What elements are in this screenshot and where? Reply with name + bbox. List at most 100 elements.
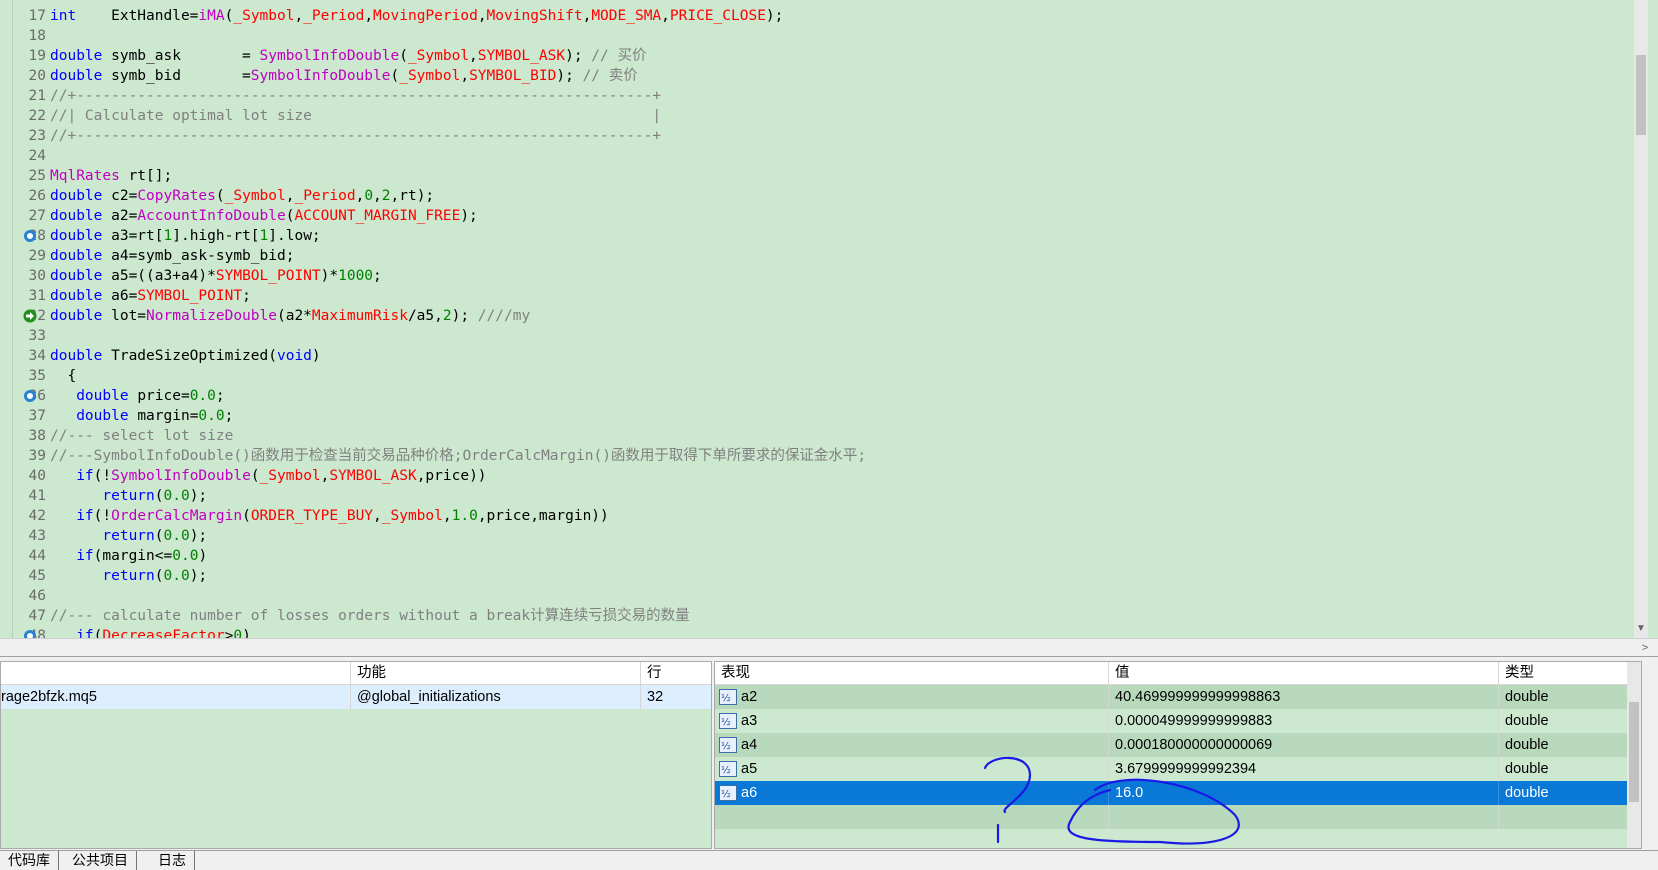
tab-public-projects[interactable]: 公共项目 (64, 851, 137, 870)
code-line[interactable]: 35 { (12, 366, 1632, 386)
code-line[interactable]: 19 double symb_ask = SymbolInfoDouble(_Sy… (12, 46, 1632, 66)
code-line[interactable]: 29 double a4=symb_ask-symb_bid; (12, 246, 1632, 266)
watch-row[interactable]: ½ a5 3.6799999999992394 double (715, 757, 1641, 781)
watch-row-empty[interactable] (715, 805, 1641, 829)
watch-row[interactable]: ½ a3 0.000049999999999883 double (715, 709, 1641, 733)
code-token: 1000 (338, 268, 374, 284)
watch-value: 0.000180000000000069 (1109, 733, 1499, 757)
watch-expression (715, 805, 1109, 829)
code-line[interactable]: 32 double lot=NormalizeDouble(a2*MaximumR… (12, 306, 1632, 326)
code-token: 1 (259, 228, 269, 244)
code-line[interactable]: 21//+-----------------------------------… (12, 86, 1632, 106)
code-token: SYMBOL_BID (469, 68, 557, 84)
svg-text:½: ½ (721, 788, 731, 800)
code-token: // 卖价 (582, 68, 638, 84)
breakpoint-icon[interactable] (23, 629, 37, 638)
column-header-type[interactable]: 类型 (1499, 662, 1627, 684)
line-number: 37 (28, 408, 46, 424)
code-line[interactable]: 42 if(!OrderCalcMargin(ORDER_TYPE_BUY,_S… (12, 506, 1632, 526)
code-token: 0.0 (198, 408, 225, 424)
code-line[interactable]: 41 return(0.0); (12, 486, 1632, 506)
code-token: ); (556, 68, 583, 84)
line-number: 20 (28, 68, 46, 84)
scroll-down-arrow-icon[interactable]: ▼ (1634, 620, 1648, 638)
code-token: symb_bid = (111, 68, 251, 84)
code-line[interactable]: 39//---SymbolInfoDouble()函数用于检查当前交易品种价格;… (12, 446, 1632, 466)
code-token: ); (460, 208, 478, 224)
call-stack-line: 32 (647, 689, 664, 705)
code-line[interactable]: 34 double TradeSizeOptimized(void) (12, 346, 1632, 366)
code-line[interactable]: 28 double a3=rt[1].high-rt[1].low; (12, 226, 1632, 246)
column-header-expression[interactable]: 表现 (715, 662, 1109, 684)
call-stack-row[interactable]: rage2bfzk.mq5 @global_initializations 32 (1, 685, 711, 709)
code-text: double a6=SYMBOL_POINT; (50, 286, 251, 306)
svg-text:½: ½ (721, 764, 731, 776)
code-line[interactable]: 38//--- select lot size (12, 426, 1632, 446)
code-line[interactable]: 45 return(0.0); (12, 566, 1632, 586)
code-line[interactable]: 33 (12, 326, 1632, 346)
code-token: double (50, 388, 138, 404)
watch-value: 40.469999999999998863 (1109, 685, 1499, 709)
code-editor[interactable]: 17 int ExtHandle=iMA(_Symbol,_Period,Movi… (0, 0, 1648, 638)
code-token: (margin<= (93, 548, 173, 564)
column-header-line[interactable]: 行 (641, 662, 711, 684)
column-header-function[interactable]: 功能 (351, 662, 641, 684)
line-number: 21 (28, 88, 46, 104)
code-line[interactable]: 30 double a5=((a3+a4)*SYMBOL_POINT)*1000; (12, 266, 1632, 286)
call-stack-function: @global_initializations (351, 685, 641, 709)
tab-log[interactable]: 日志 (150, 851, 195, 870)
line-number: 47 (28, 608, 46, 624)
code-line[interactable]: 37 double margin=0.0; (12, 406, 1632, 426)
variable-icon: ½ (719, 785, 737, 801)
code-token: 2 (442, 308, 452, 324)
watch-row[interactable]: ½ a4 0.000180000000000069 double (715, 733, 1641, 757)
code-line[interactable]: 43 return(0.0); (12, 526, 1632, 546)
code-line[interactable]: 47//--- calculate number of losses order… (12, 606, 1632, 626)
code-token: SymbolInfoDouble (259, 48, 400, 64)
code-token: return (50, 488, 155, 504)
watch-row[interactable]: ½ a2 40.469999999999998863 double (715, 685, 1641, 709)
code-line[interactable]: 46 (12, 586, 1632, 606)
code-line[interactable]: 26 double c2=CopyRates(_Symbol,_Period,0,… (12, 186, 1632, 206)
code-line[interactable]: 44 if(margin<=0.0) (12, 546, 1632, 566)
column-header-file[interactable] (1, 662, 351, 684)
current-line-arrow-icon[interactable] (23, 309, 37, 323)
code-line[interactable]: 20 double symb_bid =SymbolInfoDouble(_Sym… (12, 66, 1632, 86)
scroll-right-arrow-icon[interactable]: > (1638, 639, 1652, 657)
column-header-value[interactable]: 值 (1109, 662, 1499, 684)
line-number: 30 (28, 268, 46, 284)
code-token: 0.0 (163, 568, 190, 584)
code-line[interactable]: 25 MqlRates rt[]; (12, 166, 1632, 186)
code-line[interactable]: 22//| Calculate optimal lot size | (12, 106, 1632, 126)
breakpoint-icon[interactable] (23, 229, 37, 243)
code-text: if(!SymbolInfoDouble(_Symbol,SYMBOL_ASK,… (50, 466, 487, 486)
editor-scroll-thumb[interactable] (1636, 55, 1646, 135)
code-line[interactable]: 23//+-----------------------------------… (12, 126, 1632, 146)
line-number: 29 (28, 248, 46, 264)
code-line[interactable]: 36 double price=0.0; (12, 386, 1632, 406)
code-line[interactable]: 17 int ExtHandle=iMA(_Symbol,_Period,Movi… (12, 6, 1632, 26)
watch-vertical-scrollbar[interactable] (1627, 662, 1641, 848)
code-line[interactable]: 27 double a2=AccountInfoDouble(ACCOUNT_MA… (12, 206, 1632, 226)
code-line[interactable]: 24 (12, 146, 1632, 166)
editor-horizontal-scrollbar[interactable]: > (0, 638, 1658, 657)
code-line[interactable]: 48 if(DecreaseFactor>0) (12, 626, 1632, 638)
code-token: NormalizeDouble (146, 308, 277, 324)
code-line[interactable]: 31 double a6=SYMBOL_POINT; (12, 286, 1632, 306)
breakpoint-icon[interactable] (23, 389, 37, 403)
code-line[interactable]: 40 if(!SymbolInfoDouble(_Symbol,SYMBOL_A… (12, 466, 1632, 486)
code-token: ( (242, 508, 251, 524)
code-token: ,price)) (416, 468, 487, 484)
tab-codebase[interactable]: 代码库 (0, 851, 59, 870)
code-token: ) (242, 628, 251, 638)
editor-vertical-scrollbar[interactable]: ▼ (1634, 0, 1648, 638)
watch-scroll-thumb[interactable] (1629, 702, 1639, 802)
code-text: double price=0.0; (50, 386, 224, 406)
code-token: ( (154, 528, 164, 544)
code-token: double (50, 268, 112, 284)
watch-row[interactable]: ½ a6 16.0 double (715, 781, 1641, 805)
code-line[interactable]: 18 (12, 26, 1632, 46)
code-token: // 买价 (591, 48, 647, 64)
code-token: //+-------------------------------------… (50, 88, 662, 104)
code-area[interactable]: 17 int ExtHandle=iMA(_Symbol,_Period,Movi… (12, 0, 1634, 638)
